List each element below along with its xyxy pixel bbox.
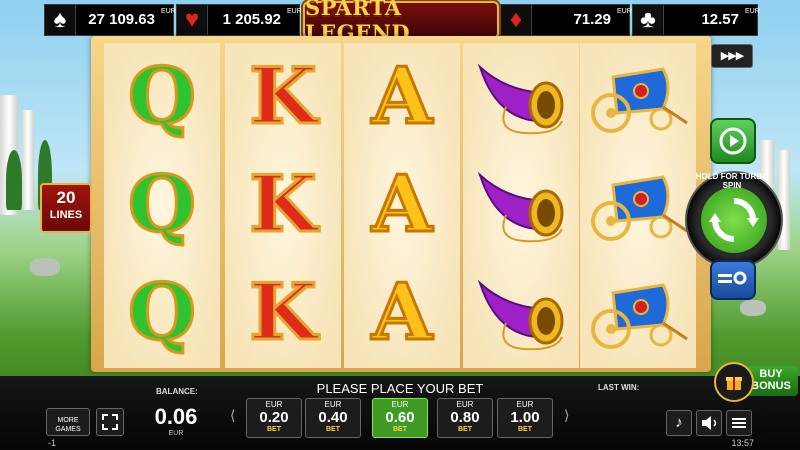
horn-symbol-icon [463,43,579,151]
reel: KKK [225,43,341,368]
chariot-symbol-icon [580,259,696,367]
jackpot-spade: ♠ 27 109.63 EUR [44,4,176,36]
temple-column [22,110,34,210]
menu-button[interactable] [726,410,752,436]
spade-icon: ♠ [45,5,76,35]
balance-value: 0.06 [154,404,198,429]
bet-label: BET [458,426,472,433]
replay-icon [719,127,747,155]
bet-option-button[interactable]: EUR 0.80 BET [437,398,493,438]
symbol-k: K [248,267,319,358]
bet-value: 0.40 [318,409,348,426]
bet-value: 0.60 [385,409,415,426]
paylines-badge: 20 LINES [40,183,92,233]
status-message: PLEASE PLACE YOUR BET [316,381,484,396]
gift-icon [714,362,754,402]
paylines-count: 20 [56,188,76,207]
jackpot-value: 12.57 [701,11,739,28]
gamble-history-button[interactable] [710,118,756,164]
jackpot-currency: EUR [287,8,302,15]
diamond-icon: ♦ [501,5,532,35]
bet-value: 1.00 [510,409,540,426]
horn-symbol-icon [463,151,579,259]
chariot-symbol-icon [580,43,696,151]
club-icon: ♣ [633,5,664,35]
spin-button-core[interactable] [701,187,767,253]
reel [463,43,579,368]
jackpot-diamond: ♦ 71.29 EUR [500,4,632,36]
jackpot-currency: EUR [161,8,176,15]
more-games-label: MORE GAMES [55,417,81,433]
speaker-icon [702,416,717,430]
bet-label: BET [518,426,532,433]
jackpot-value: 71.29 [573,11,611,28]
jackpot-heart: ♥ 1 205.92 EUR [176,4,302,36]
bet-label: BET [393,426,407,433]
buy-bonus-button[interactable]: BUY BONUS [714,362,800,402]
balance-currency: EUR [168,430,184,437]
status-indicator: -1 [48,438,57,448]
bet-option-button[interactable]: EUR 0.60 BET [372,398,428,438]
settings-icon [718,271,747,285]
rock [30,258,60,276]
rock [740,300,766,316]
spin-arrows-icon [709,198,759,242]
balance-label: BALANCE: [156,387,198,396]
reel: QQQ [104,43,220,368]
bet-label: BET [267,426,281,433]
hamburger-menu-icon [732,418,746,428]
paylines-label: LINES [49,209,83,221]
more-games-button[interactable]: MORE GAMES [46,408,90,436]
cypress-tree [6,150,22,210]
heart-icon: ♥ [177,5,208,35]
jackpot-value: 1 205.92 [222,11,281,28]
bet-scroll-left[interactable]: ⟨ [230,407,235,424]
fullscreen-icon [102,414,118,430]
music-button[interactable]: ♪ [666,410,692,436]
jackpot-club: ♣ 12.57 EUR [632,4,760,36]
symbol-k: K [248,159,319,250]
music-note-icon: ♪ [675,414,683,431]
bet-option-button[interactable]: EUR 1.00 BET [497,398,553,438]
autoplay-button[interactable]: ▶▶▶ [711,44,753,68]
chariot-symbol-icon [580,151,696,259]
horn-symbol-icon [463,259,579,367]
bet-scroll-right[interactable]: ⟩ [564,407,569,424]
bet-value: 0.20 [259,409,289,426]
reel [580,43,696,368]
jackpot-currency: EUR [617,8,632,15]
autoplay-icon: ▶▶▶ [720,50,744,62]
symbol-q: Q [127,159,198,250]
symbol-a: A [370,51,434,142]
symbol-k: K [248,51,319,142]
settings-button[interactable] [710,260,756,300]
game-logo: SPARTA LEGEND [303,0,499,45]
last-win-label: LAST WIN: [598,383,640,392]
fullscreen-button[interactable] [96,408,124,436]
sound-button[interactable] [696,410,722,436]
bet-option-button[interactable]: EUR 0.40 BET [305,398,361,438]
reel: AAA [344,43,460,368]
clock: 13:57 [731,438,754,448]
symbol-q: Q [127,267,198,358]
jackpot-value: 27 109.63 [88,11,155,28]
bet-label: BET [326,426,340,433]
jackpot-currency: EUR [745,8,760,15]
bet-value: 0.80 [450,409,480,426]
turbo-spin-hint: HOLD FOR TURBO SPIN [695,172,769,190]
symbol-a: A [370,267,434,358]
symbol-a: A [370,159,434,250]
symbol-q: Q [127,51,198,142]
bet-option-button[interactable]: EUR 0.20 BET [246,398,302,438]
